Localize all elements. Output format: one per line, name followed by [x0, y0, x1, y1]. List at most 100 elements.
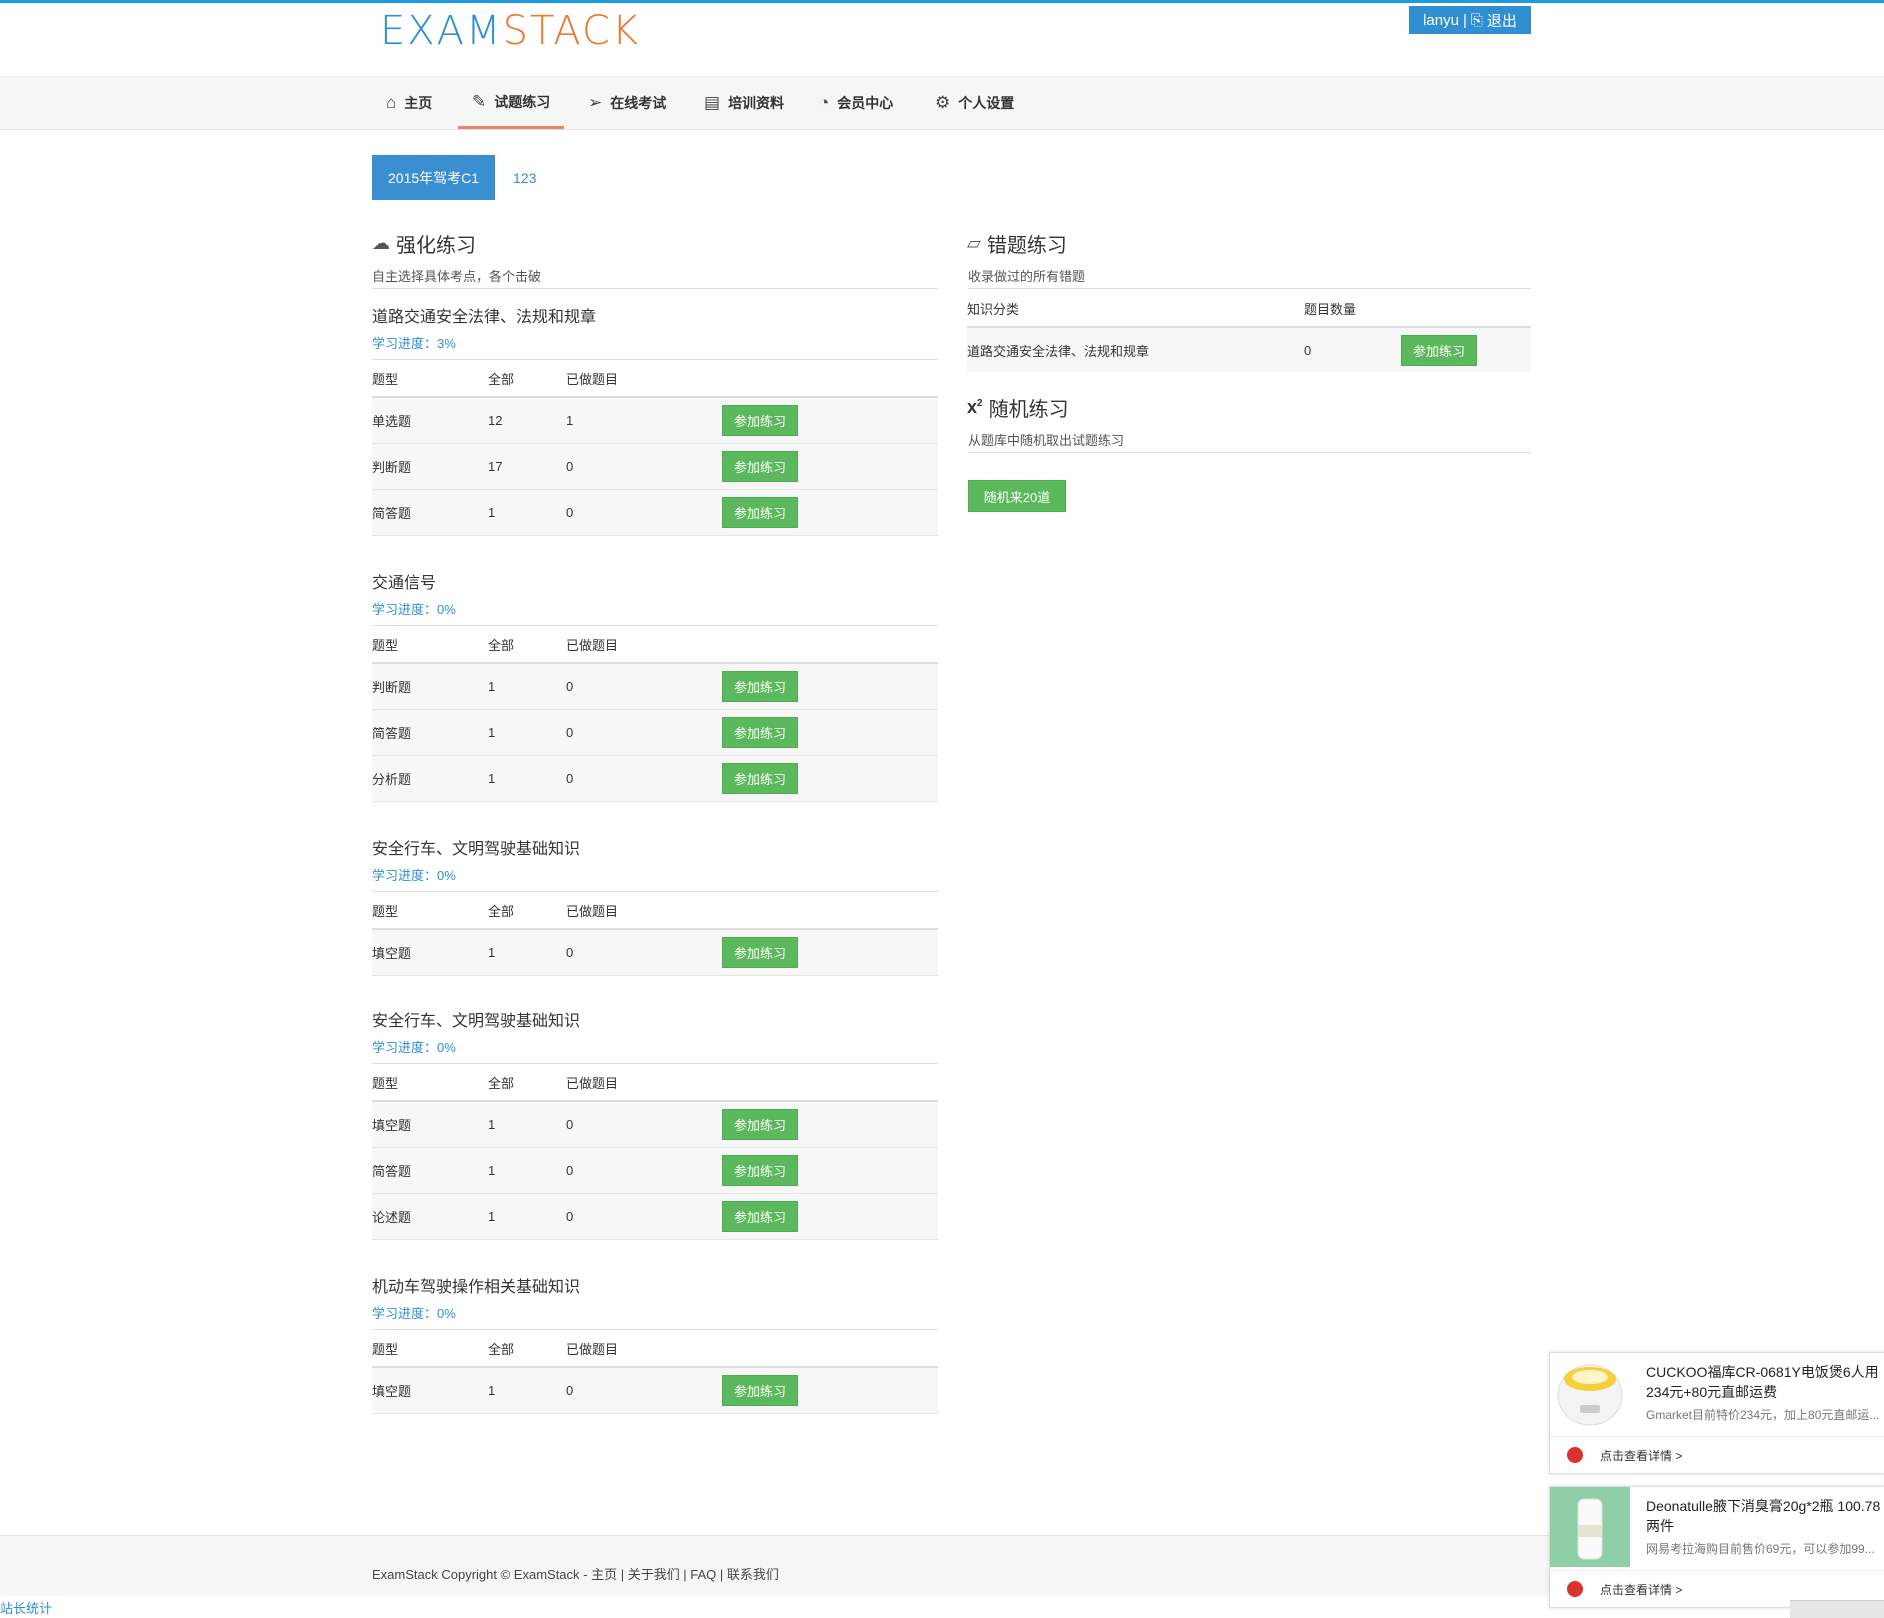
table-cell: 1 — [488, 663, 566, 710]
col-header: 题型 — [372, 891, 488, 930]
table-cell: 判断题 — [372, 443, 488, 490]
table-row: 填空题 1 0 参加练习 — [372, 1101, 938, 1148]
join-practice-button[interactable]: 参加练习 — [722, 1109, 798, 1140]
col-header: 全部 — [488, 1329, 566, 1368]
table-cell: 1 — [488, 1193, 566, 1240]
join-practice-button[interactable]: 参加练习 — [722, 497, 798, 528]
nav-training[interactable]: ▤ 培训资料 — [704, 77, 784, 129]
nav-online-exam[interactable]: ➢ 在线考试 — [588, 77, 666, 129]
table-cell: 0 — [566, 489, 722, 536]
join-practice-button[interactable]: 参加练习 — [722, 763, 798, 794]
ad-footer[interactable]: 点击查看详情 > — [1550, 1436, 1884, 1473]
category-title: 交通信号 — [372, 575, 437, 592]
wrong-title-text: 错题练习 — [986, 235, 1067, 257]
table-cell: 分析题 — [372, 755, 488, 802]
nav-practice[interactable]: ✎ 试题练习 — [458, 77, 565, 129]
join-practice-button[interactable]: 参加练习 — [722, 1201, 798, 1232]
table-cell: 1 — [488, 929, 566, 976]
table-cell: 简答题 — [372, 709, 488, 756]
wrong-section-title: ▱ 错题练习 — [967, 229, 1067, 258]
subject-tabs: 2015年驾考C1 123 — [372, 155, 554, 200]
join-practice-button[interactable]: 参加练习 — [722, 717, 798, 748]
table-cell: 0 — [566, 1101, 722, 1148]
nav-home[interactable]: ⌂ 主页 — [386, 77, 432, 129]
ad-card[interactable]: CUCKOO福库CR-0681Y电饭煲6人用 234元+80元直邮运费 Gmar… — [1549, 1352, 1884, 1474]
cloud-icon: ☁ — [372, 233, 390, 253]
table-cell: 0 — [566, 929, 722, 976]
table-row: 单选题 12 1 参加练习 — [372, 397, 938, 444]
col-header: 题型 — [372, 359, 488, 398]
table-cell: 1 — [488, 489, 566, 536]
join-practice-button[interactable]: 参加练习 — [722, 1375, 798, 1406]
table-row: 道路交通安全法律、法规和规章 0 参加练习 — [967, 327, 1531, 372]
join-practice-button[interactable]: 参加练习 — [722, 937, 798, 968]
table-cell: 0 — [566, 709, 722, 756]
tab-subject-active[interactable]: 2015年驾考C1 — [372, 155, 496, 200]
scroll-controls[interactable] — [1790, 1600, 1884, 1618]
table-cell: 0 — [566, 1147, 722, 1194]
join-practice-button[interactable]: 参加练习 — [722, 451, 798, 482]
table-cell: 单选题 — [372, 397, 488, 444]
col-header: 全部 — [488, 359, 566, 398]
col-header: 题目数量 — [1304, 290, 1401, 328]
random-subtitle: 从题库中随机取出试题练习 — [968, 433, 1125, 448]
ad-description: 网易考拉海购目前售价69元，可以参加99... — [1646, 1542, 1875, 1556]
category-title: 机动车驾驶操作相关基础知识 — [372, 1279, 581, 1296]
username-link[interactable]: lanyu — [1423, 12, 1459, 29]
user-separator: | — [1462, 11, 1467, 29]
table-cell: 1 — [488, 1367, 566, 1414]
table-cell: 0 — [566, 1367, 722, 1414]
table-cell: 1 — [488, 1147, 566, 1194]
table-row: 判断题 1 0 参加练习 — [372, 663, 938, 710]
progress-label: 学习进度：3% — [372, 336, 456, 351]
paper-plane-icon: ➢ — [588, 93, 603, 112]
table-cell: 0 — [566, 443, 722, 490]
divider — [968, 288, 1531, 289]
nav-settings[interactable]: ⚙ 个人设置 — [935, 77, 1014, 129]
dashboard-icon: ◔ — [819, 93, 830, 112]
wrong-table: 知识分类 题目数量 道路交通安全法律、法规和规章 0 参加练习 — [967, 290, 1531, 372]
progress-label: 学习进度：0% — [372, 1040, 456, 1055]
table-row: 填空题 1 0 参加练习 — [372, 1367, 938, 1414]
random-section-title: x2 随机练习 — [967, 393, 1069, 422]
question-type-table: 题型 全部 已做题目 单选题 12 1 参加练习 判断题 17 0 参加练习 简答题 1 0 参加练习 — [372, 359, 938, 536]
logo-part-exam: EXAM — [380, 8, 503, 54]
table-cell: 0 — [566, 755, 722, 802]
table-cell: 简答题 — [372, 1147, 488, 1194]
join-practice-button[interactable]: 参加练习 — [722, 1155, 798, 1186]
ad-detail-link[interactable]: 点击查看详情 > — [1600, 1447, 1682, 1464]
ad-card[interactable]: Deonatulle腋下消臭膏20g*2瓶 100.78两件 网易考拉海购目前售… — [1549, 1486, 1884, 1608]
table-cell: 填空题 — [372, 1101, 488, 1148]
table-cell: 论述题 — [372, 1193, 488, 1240]
deodorant-image — [1550, 1487, 1630, 1567]
nav-label: 试题练习 — [494, 93, 551, 110]
book-icon: ▤ — [704, 93, 721, 112]
sign-out-icon: ⎘ — [1470, 11, 1483, 29]
progress-label: 学习进度：0% — [372, 602, 456, 617]
random-20-button[interactable]: 随机来20道 — [968, 480, 1066, 512]
nav-label: 在线考试 — [610, 95, 667, 111]
col-header: 已做题目 — [566, 1329, 722, 1368]
ad-detail-link[interactable]: 点击查看详情 > — [1600, 1581, 1682, 1598]
join-practice-button[interactable]: 参加练习 — [722, 671, 798, 702]
logout-link[interactable]: 退出 — [1487, 10, 1517, 31]
table-cell: 1 — [566, 397, 722, 444]
col-header: 全部 — [488, 891, 566, 930]
table-row: 填空题 1 0 参加练习 — [372, 929, 938, 976]
header: EXAMSTACK lanyu | ⎘ 退出 — [0, 3, 1884, 76]
count-cell: 0 — [1304, 327, 1401, 372]
question-type-table: 题型 全部 已做题目 填空题 1 0 参加练习 简答题 1 0 参加练习 论述题 1 0 参加练习 — [372, 1063, 938, 1240]
eraser-icon: ▱ — [967, 233, 981, 253]
gears-icon: ⚙ — [935, 93, 951, 112]
wrong-subtitle: 收录做过的所有错题 — [968, 269, 1086, 284]
logo[interactable]: EXAMSTACK — [380, 8, 640, 54]
edit-icon: ✎ — [472, 91, 487, 111]
join-practice-button[interactable]: 参加练习 — [722, 405, 798, 436]
divider — [968, 452, 1531, 453]
tab-subject[interactable]: 123 — [495, 170, 554, 186]
table-cell: 17 — [488, 443, 566, 490]
nav-member[interactable]: ◔ 会员中心 — [819, 77, 893, 129]
stats-link[interactable]: 站长统计 — [0, 1598, 52, 1617]
join-practice-button[interactable]: 参加练习 — [1401, 334, 1477, 366]
nav-label: 主页 — [404, 95, 433, 111]
